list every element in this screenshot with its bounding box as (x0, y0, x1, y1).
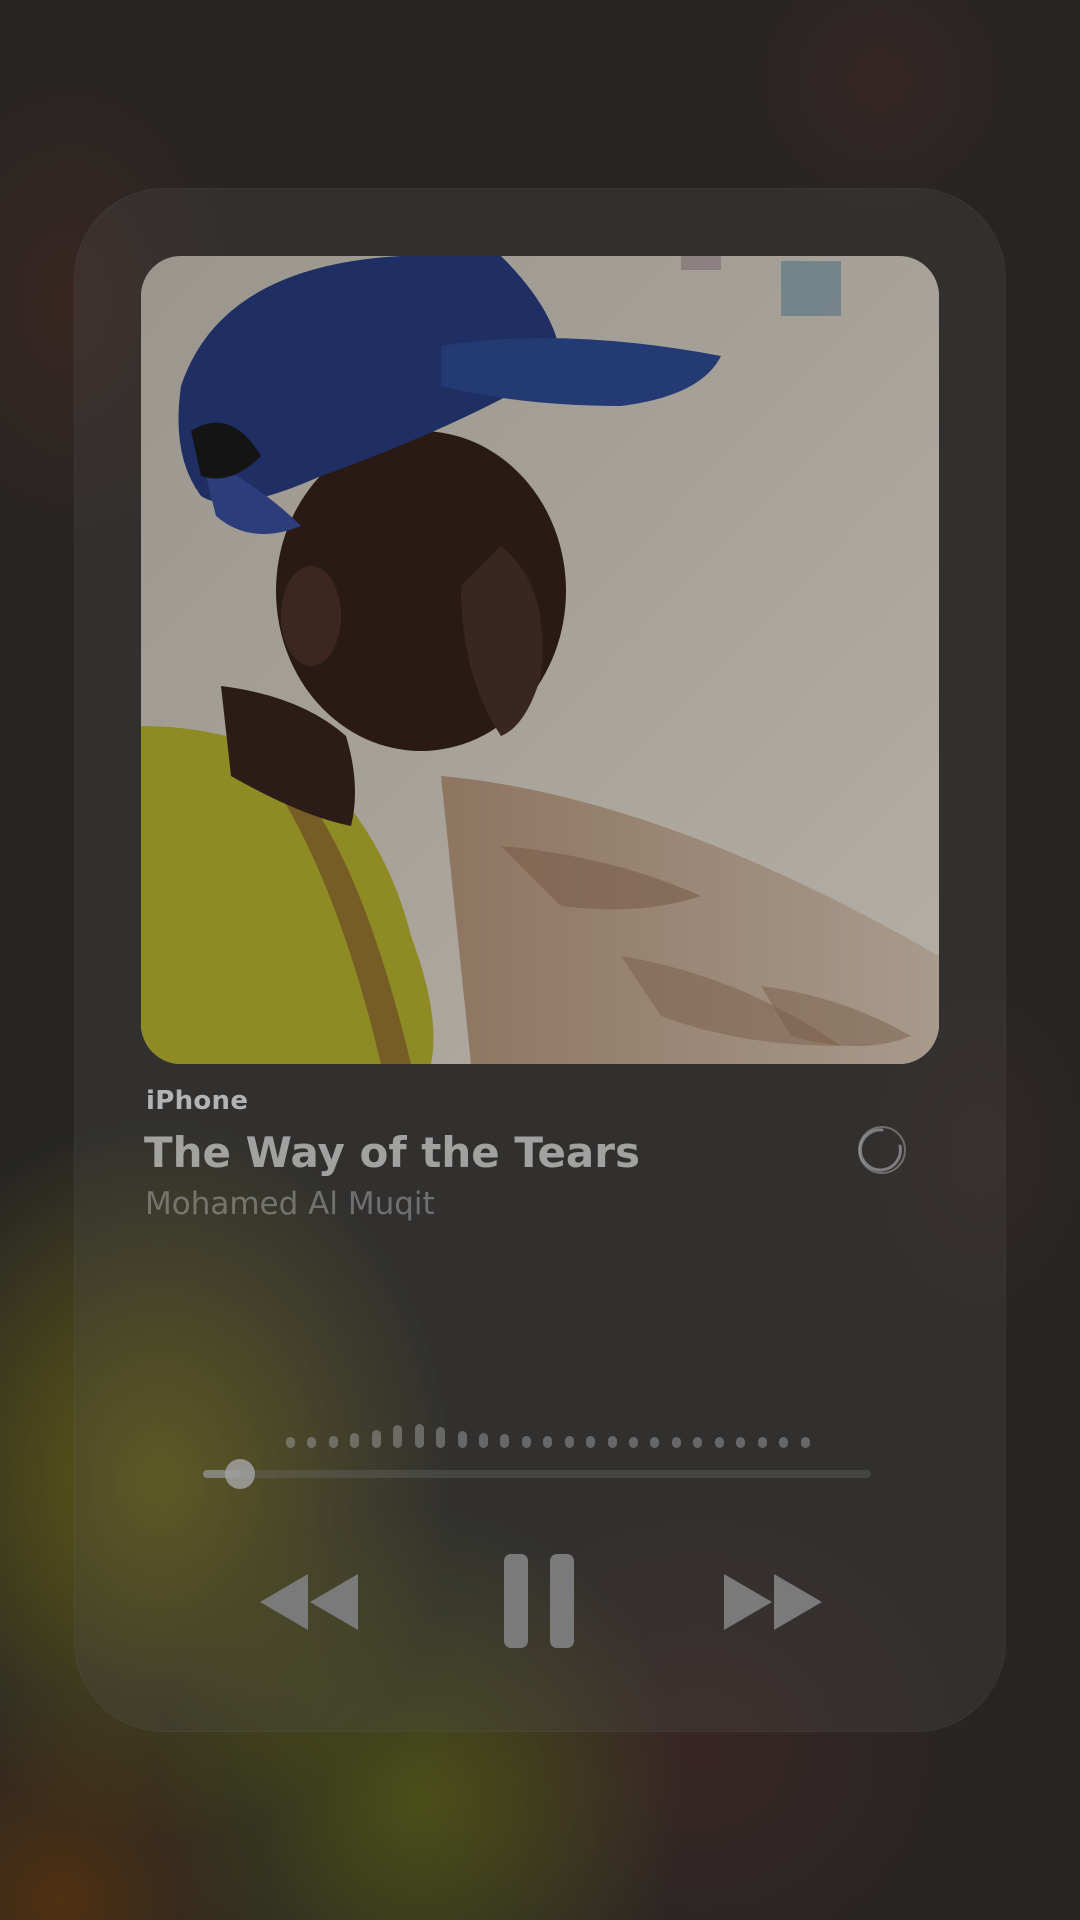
waveform-bar (629, 1437, 638, 1448)
waveform-bar (372, 1430, 381, 1448)
waveform-bar (758, 1437, 767, 1448)
waveform-bar (693, 1437, 702, 1448)
pause-icon (504, 1554, 574, 1648)
waveform-bar (286, 1437, 295, 1448)
waveform-bar (350, 1433, 359, 1448)
waveform-bar (715, 1437, 724, 1448)
waveform-bar (650, 1437, 659, 1448)
fast-forward-button[interactable] (720, 1570, 828, 1634)
track-title: The Way of the Tears (144, 1128, 640, 1177)
progress-bar[interactable] (203, 1459, 871, 1489)
playback-source-label: iPhone (146, 1086, 249, 1116)
waveform-bar (479, 1433, 488, 1448)
waveform-bar (543, 1436, 552, 1448)
waveform-bar (329, 1436, 338, 1448)
waveform-bar (586, 1436, 595, 1448)
track-artist: Mohamed Al Muqit (145, 1186, 435, 1222)
waveform-bar (393, 1425, 402, 1448)
rewind-icon (260, 1574, 358, 1630)
waveform-bar (436, 1427, 445, 1448)
waveform-bar (565, 1436, 574, 1448)
waveform-bar (779, 1437, 788, 1448)
audio-waveform (286, 1418, 822, 1448)
waveform-bar (672, 1437, 681, 1448)
now-playing-screen: iPhone The Way of the Tears Mohamed Al M… (0, 0, 1080, 1920)
artwork-image (141, 256, 939, 1064)
album-artwork[interactable] (141, 256, 939, 1064)
waveform-bar (415, 1424, 424, 1448)
waveform-bar (608, 1436, 617, 1448)
loading-spinner-icon (856, 1124, 908, 1176)
waveform-bar (801, 1437, 810, 1448)
waveform-bar (522, 1436, 531, 1448)
waveform-bar (736, 1437, 745, 1448)
fast-forward-icon (724, 1574, 822, 1630)
waveform-bar (500, 1434, 509, 1448)
progress-thumb[interactable] (224, 1459, 255, 1489)
pause-button[interactable] (500, 1550, 578, 1652)
rewind-button[interactable] (254, 1570, 362, 1634)
waveform-bar (458, 1431, 467, 1448)
waveform-bar (307, 1437, 316, 1448)
